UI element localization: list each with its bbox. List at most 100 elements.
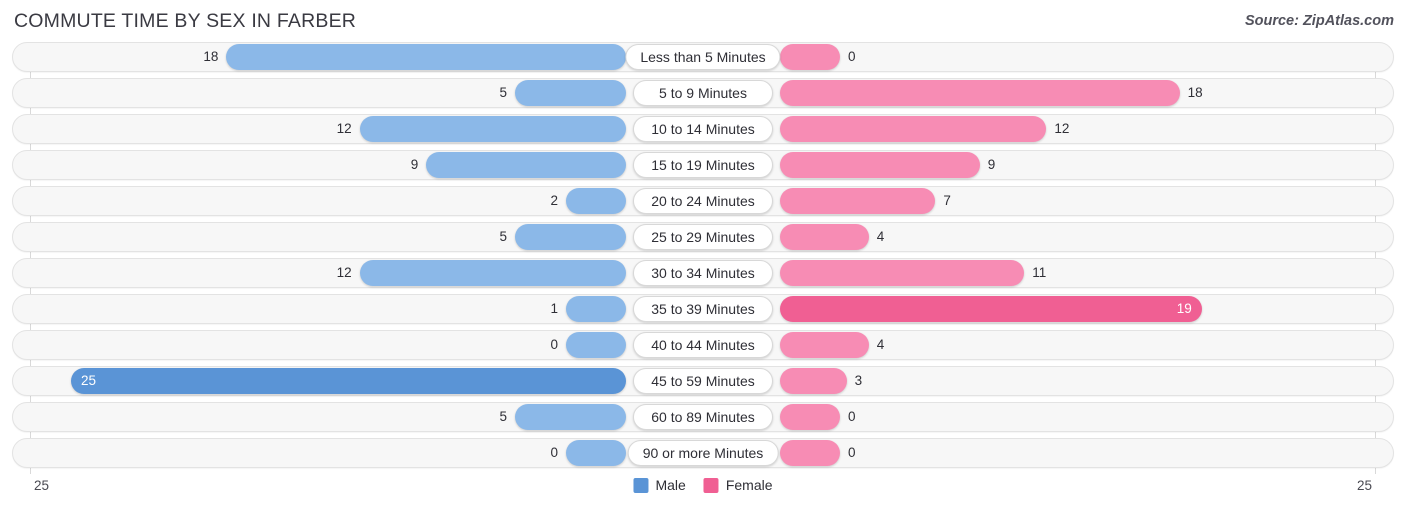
male-bar[interactable]: 0	[566, 440, 626, 466]
female-bar[interactable]: 3	[780, 368, 847, 394]
male-bar-group: 55	[15, 404, 626, 430]
legend-label-male: Male	[655, 477, 686, 493]
male-bar[interactable]: 5	[515, 80, 626, 106]
male-bar-group: 12 12	[15, 116, 626, 142]
male-bar[interactable]: 18	[226, 44, 626, 70]
male-bar[interactable]: 0	[566, 332, 626, 358]
female-bar-value: 0	[848, 49, 856, 65]
female-bar-value: 9	[987, 157, 996, 173]
male-bar-value: 12	[336, 265, 352, 281]
female-bar-value: 12	[1054, 121, 1070, 137]
table-row[interactable]: 22 77 20 to 24 Minutes	[12, 186, 1394, 216]
male-bar-group: 1818	[15, 44, 626, 70]
chart-legend: Male Female	[633, 477, 773, 493]
table-row[interactable]: 999915 to 19 Minutes	[12, 150, 1394, 180]
legend-item-male[interactable]: Male	[633, 477, 686, 493]
male-bar-group: 11	[15, 296, 626, 322]
female-bar[interactable]: 0	[780, 404, 840, 430]
male-bar[interactable]: 9	[426, 152, 626, 178]
male-bar-value: 2	[550, 193, 558, 209]
female-bar-group: 1818	[780, 80, 1391, 106]
category-label: 25 to 29 Minutes	[633, 224, 773, 250]
female-bar-group: 44	[780, 332, 1391, 358]
female-bar-value: 3	[854, 373, 863, 389]
male-bar-value: 18	[203, 49, 219, 65]
female-bar[interactable]: 7	[780, 188, 936, 214]
category-label: 35 to 39 Minutes	[633, 296, 773, 322]
table-row[interactable]: 55 00 60 to 89 Minutes	[12, 402, 1394, 432]
male-bar-group: 55	[15, 80, 626, 106]
chart-header: COMMUTE TIME BY SEX IN FARBER Source: Zi…	[0, 0, 1406, 42]
female-bar-group: 12 12	[780, 116, 1391, 142]
female-bar-group: 00	[780, 44, 1391, 70]
male-bar-group: 12 12	[15, 260, 626, 286]
male-bar-value: 5	[499, 229, 507, 245]
table-row[interactable]: 55 44 25 to 29 Minutes	[12, 222, 1394, 252]
female-bar[interactable]: 18	[780, 80, 1180, 106]
female-bar[interactable]: 9	[780, 152, 980, 178]
source-attribution: Source: ZipAtlas.com	[1244, 13, 1394, 29]
male-bar[interactable]: 12	[359, 260, 626, 286]
female-bar-group: 00	[780, 440, 1391, 466]
male-bar[interactable]: 1	[566, 296, 626, 322]
table-row[interactable]: 181800Less than 5 Minutes	[12, 42, 1394, 72]
legend-item-female[interactable]: Female	[703, 477, 773, 493]
bar-rows-container: 181800Less than 5 Minutes5518185 to 9 Mi…	[12, 42, 1394, 468]
female-bar-group: 1919	[780, 296, 1391, 322]
male-bar[interactable]: 2	[566, 188, 626, 214]
table-row[interactable]: 5518185 to 9 Minutes	[12, 78, 1394, 108]
male-bar-group: 55	[15, 224, 626, 250]
page-title: COMMUTE TIME BY SEX IN FARBER	[14, 10, 357, 32]
female-bar-value-inner: 19	[1176, 301, 1192, 317]
category-label: 90 or more Minutes	[627, 440, 779, 466]
chart-plot-area: 181800Less than 5 Minutes5518185 to 9 Mi…	[12, 42, 1394, 474]
male-bar[interactable]: 5	[515, 224, 626, 250]
table-row[interactable]: 00 44 40 to 44 Minutes	[12, 330, 1394, 360]
male-bar-value: 9	[410, 157, 419, 173]
legend-swatch-female-icon	[703, 477, 719, 493]
category-label: 45 to 59 Minutes	[633, 368, 773, 394]
female-bar[interactable]: 0	[780, 44, 840, 70]
male-bar-group: 22	[15, 188, 626, 214]
axis-max-left: 25	[34, 478, 50, 493]
male-bar-group: 2525	[15, 368, 626, 394]
female-bar-group: 11 11	[780, 260, 1391, 286]
female-bar-value: 0	[848, 445, 856, 461]
female-bar-group: 00	[780, 404, 1391, 430]
category-label: 20 to 24 Minutes	[633, 188, 773, 214]
male-bar-value-inner: 25	[81, 373, 97, 389]
male-bar-value: 5	[499, 409, 507, 425]
male-bar-value: 0	[550, 445, 558, 461]
male-bar-group: 00	[15, 440, 626, 466]
female-bar[interactable]: 19	[780, 296, 1202, 322]
male-bar-group: 99	[15, 152, 626, 178]
male-bar-value: 12	[336, 121, 352, 137]
table-row[interactable]: 2525 33 45 to 59 Minutes	[12, 366, 1394, 396]
table-row[interactable]: 000090 or more Minutes	[12, 438, 1394, 468]
male-bar[interactable]: 5	[515, 404, 626, 430]
female-bar[interactable]: 12	[780, 116, 1047, 142]
male-bar-value: 1	[550, 301, 558, 317]
female-bar-value: 4	[876, 337, 885, 353]
female-bar-value: 0	[848, 409, 856, 425]
female-bar-group: 77	[780, 188, 1391, 214]
category-label: 15 to 19 Minutes	[633, 152, 773, 178]
female-bar-value: 11	[1032, 265, 1047, 281]
category-label: 60 to 89 Minutes	[633, 404, 773, 430]
female-bar[interactable]: 11	[780, 260, 1025, 286]
female-bar[interactable]: 0	[780, 440, 840, 466]
male-bar-group: 00	[15, 332, 626, 358]
male-bar[interactable]: 25	[71, 368, 626, 394]
male-bar[interactable]: 12	[359, 116, 626, 142]
category-label: 10 to 14 Minutes	[633, 116, 773, 142]
category-label: 30 to 34 Minutes	[633, 260, 773, 286]
female-bar[interactable]: 4	[780, 224, 869, 250]
table-row[interactable]: 12 12 12 12 10 to 14 Minutes	[12, 114, 1394, 144]
female-bar[interactable]: 4	[780, 332, 869, 358]
axis-max-right: 25	[1356, 478, 1372, 493]
female-bar-value: 18	[1187, 85, 1203, 101]
female-bar-group: 99	[780, 152, 1391, 178]
category-label: 40 to 44 Minutes	[633, 332, 773, 358]
table-row[interactable]: 12 12 11 11 30 to 34 Minutes	[12, 258, 1394, 288]
table-row[interactable]: 11 1919 35 to 39 Minutes	[12, 294, 1394, 324]
